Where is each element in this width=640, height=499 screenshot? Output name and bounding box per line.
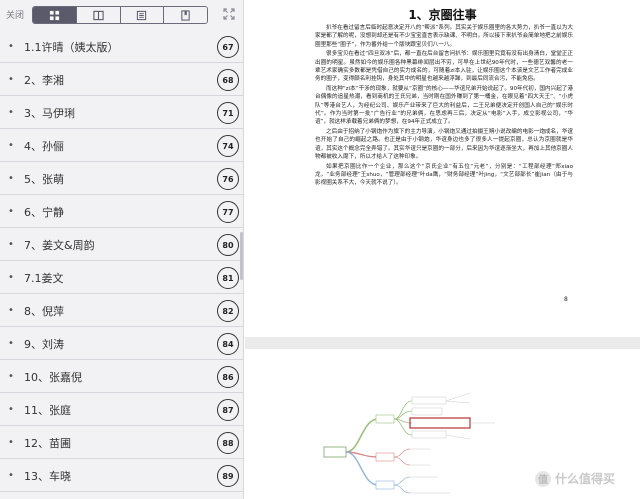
toc-page-badge: 81 — [217, 267, 239, 289]
mind-map-image — [323, 392, 495, 494]
toc-page-badge: 77 — [217, 201, 239, 223]
document-body: 扒爷在看过留言后临时起意决定开八的“帮派”系列。其实关于娱乐圈里的各大势力，扒爷… — [315, 24, 573, 189]
bullet-dot: • — [8, 74, 14, 85]
paragraph: 之后由于招纳了小钢炮作为旗下的主力导演，小钢炮又通过拍摄王朔小说改编的电影一炮成… — [315, 128, 573, 161]
bullet-dot: • — [8, 437, 14, 448]
bullet-dot: • — [8, 140, 14, 151]
toc-item-title: 3、马伊琍 — [24, 107, 75, 120]
bullet-dot: • — [8, 338, 14, 349]
toc-item-title: 2、李湘 — [24, 74, 64, 87]
watermark-badge: 值 — [535, 470, 551, 487]
toc-page-badge: 89 — [217, 465, 239, 487]
toc-item[interactable]: • 13、车晓 89 — [0, 459, 243, 492]
paragraph: 扒爷在看过留言后临时起意决定开八的“帮派”系列。其实关于娱乐圈里的各大势力，扒爷… — [315, 25, 573, 48]
watermark: 值 什么值得买 — [535, 470, 615, 487]
toc-page-badge: 87 — [217, 399, 239, 421]
toc-item-title: 13、车晓 — [24, 470, 71, 483]
toc-item-title: 6、宁静 — [24, 206, 64, 219]
toc-page-badge: 88 — [217, 432, 239, 454]
bullet-dot: • — [8, 272, 14, 283]
view-mode-segmented-control — [32, 6, 208, 24]
paragraph: 如果把京圈比作一个企业，那么这个“京氏企业”有五位“元老”，分别是：“工程部经理… — [315, 163, 573, 187]
grid-icon — [49, 10, 59, 20]
bullet-dot: • — [8, 173, 14, 184]
page-title: 1、京圈往事 — [408, 8, 477, 22]
toc-page-badge: 74 — [217, 135, 239, 157]
toc-item[interactable]: • 4、孙俪 74 — [0, 129, 243, 162]
toc-item[interactable]: • 3、马伊琍 71 — [0, 96, 243, 129]
bullet-dot: • — [8, 239, 14, 250]
bullet-dot: • — [8, 305, 14, 316]
paragraph: 而这种“zi本”干涉的现象，就要从“京圈”的核心——华谊兄弟开始说起了。90年代… — [315, 85, 573, 126]
toc-toolbar: 关闭 — [0, 0, 243, 30]
toc-item-title: 9、刘涛 — [24, 338, 64, 351]
toc-page-badge: 76 — [217, 168, 239, 190]
toc-item-title: 8、倪萍 — [24, 305, 64, 318]
toc-item[interactable]: • 12、苗圃 88 — [0, 426, 243, 459]
toc-page-badge: 71 — [217, 102, 239, 124]
toc-item[interactable]: • 5、张萌 76 — [0, 162, 243, 195]
bullet-dot: • — [8, 404, 14, 415]
toc-item[interactable]: • 1.1许晴（姨太版） 67 — [0, 30, 243, 63]
bullet-dot: • — [8, 371, 14, 382]
document-page: 1、京圈往事 扒爷在看过留言后临时起意决定开八的“帮派”系列。其实关于娱乐圈里的… — [245, 0, 640, 337]
toc-item-title: 4、孙俪 — [24, 140, 64, 153]
toc-page-badge: 86 — [217, 366, 239, 388]
toc-item-title: 7.1姜文 — [24, 272, 64, 285]
toc-page-badge: 80 — [217, 234, 239, 256]
bullet-dot: • — [8, 107, 14, 118]
toc-item-title: 1.1许晴（姨太版） — [24, 41, 119, 54]
toc-item[interactable]: • 7.1姜文 81 — [0, 261, 243, 294]
tab-bookmarks[interactable] — [164, 7, 207, 23]
document-view[interactable]: 1、京圈往事 扒爷在看过留言后临时起意决定开八的“帮派”系列。其实关于娱乐圈里的… — [245, 0, 640, 499]
toc-page-badge: 67 — [217, 36, 239, 58]
toc-item-title: 11、张庭 — [24, 404, 71, 417]
toc-page-badge: 84 — [217, 333, 239, 355]
toc-item[interactable]: • 7、姜文&周韵 80 — [0, 228, 243, 261]
toc-item[interactable]: • 2、李湘 68 — [0, 63, 243, 96]
close-button[interactable]: 关闭 — [6, 8, 24, 21]
toc-item[interactable]: • 8、倪萍 82 — [0, 294, 243, 327]
toc-item[interactable]: • 9、刘涛 84 — [0, 327, 243, 360]
bookmark-icon — [181, 9, 190, 21]
list-icon — [137, 10, 147, 20]
paragraph: 很多宝贝在看过“四旦双冰”后，都一直在后台留言问扒爷：娱乐圈里究竟有没有出身清白… — [315, 51, 573, 83]
toc-item[interactable]: • 6、宁静 77 — [0, 195, 243, 228]
watermark-text: 什么值得买 — [555, 472, 616, 486]
tab-pages[interactable] — [76, 7, 121, 23]
bullet-dot: • — [8, 206, 14, 217]
toc-scrollbar[interactable] — [240, 232, 243, 280]
book-icon — [92, 10, 104, 20]
bullet-dot: • — [8, 41, 14, 52]
tab-thumbnails[interactable] — [33, 7, 77, 23]
toc-page-badge: 82 — [217, 300, 239, 322]
toc-item[interactable]: • 10、张嘉倪 86 — [0, 360, 243, 393]
expand-icon[interactable] — [222, 7, 236, 21]
toc-item-title: 7、姜文&周韵 — [24, 239, 95, 252]
toc-list: • 1.1许晴（姨太版） 67 • 2、李湘 68 • 3、马伊琍 71 • 4、孙俪 74 • 5、张萌… — [0, 30, 243, 492]
toc-item-title: 12、苗圃 — [24, 437, 71, 450]
toc-item[interactable]: • 11、张庭 87 — [0, 393, 243, 426]
toc-page-badge: 68 — [217, 69, 239, 91]
bullet-dot: • — [8, 470, 14, 481]
tab-outline[interactable] — [120, 7, 165, 23]
toc-item-title: 10、张嘉倪 — [24, 371, 82, 384]
toc-item-title: 5、张萌 — [24, 173, 64, 186]
toc-panel: 关闭 • 1.1许晴（姨太版） 67 • 2、李湘 68 • 3、马伊琍 71 … — [0, 0, 244, 499]
page-number: 8 — [564, 296, 568, 303]
